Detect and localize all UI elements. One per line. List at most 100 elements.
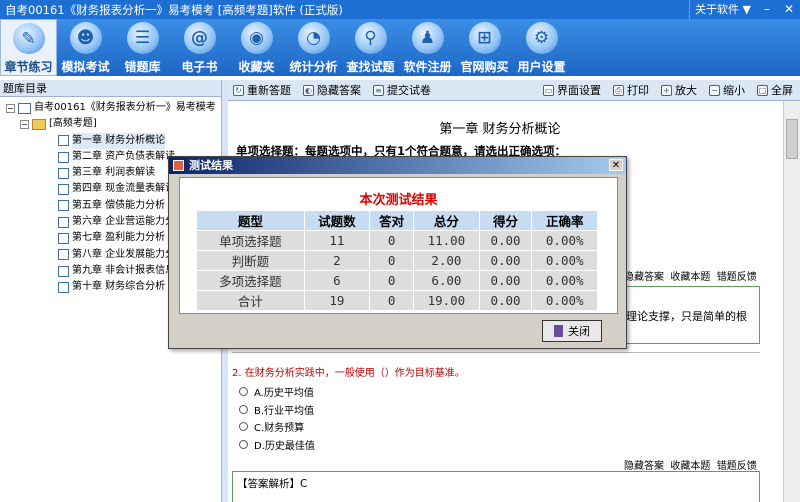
fullscreen-button[interactable]: □ 全屏: [752, 82, 798, 99]
toolbar-label: 软件注册: [403, 60, 452, 74]
door-icon: [554, 325, 563, 337]
restart-button[interactable]: ↻ 重新答题: [228, 82, 296, 99]
close-window-button[interactable]: ✕: [778, 0, 800, 19]
tree-folder[interactable]: − [高频考题]: [6, 116, 221, 132]
minimize-button[interactable]: –: [756, 0, 778, 19]
hide-answer-button[interactable]: ◐ 隐藏答案: [298, 82, 366, 99]
report-error-link[interactable]: 错题反馈: [717, 272, 757, 283]
close-button[interactable]: 关闭: [542, 320, 602, 342]
result-panel: 本次测试结果 题型 试题数 答对 总分 得分 正确率 单项选择题 11 0 11.00 0.00 0…: [179, 177, 618, 314]
table-cell: 0.00: [478, 270, 533, 291]
print-button[interactable]: ⎙ 打印: [608, 82, 654, 99]
toolbar-button-4[interactable]: ◉ 收藏夹: [228, 19, 285, 76]
toolbar-button-5[interactable]: ◔ 统计分析: [285, 19, 342, 76]
restart-label: 重新答题: [247, 84, 291, 97]
list-icon: ☰: [126, 22, 159, 54]
table-cell: 0.00%: [531, 250, 598, 271]
page-icon: [58, 216, 69, 228]
table-cell: 0.00%: [531, 230, 598, 251]
table-cell: 0: [369, 250, 415, 271]
table-row: 多项选择题 6 0 6.00 0.00 0.00%: [196, 270, 598, 291]
table-cell: 11: [303, 230, 371, 251]
toolbar-label: 收藏夹: [238, 60, 275, 74]
option-label: C.财务预算: [254, 423, 305, 434]
zoom-in-button[interactable]: + 放大: [656, 82, 702, 99]
question-toolbar: ↻ 重新答题 ◐ 隐藏答案 ≡ 提交试卷 ▭ 界面设置 ⎙ 打印 + 放大 − 缩小 □ 全屏: [228, 80, 800, 101]
toolbar-button-0[interactable]: ✎ 章节练习: [0, 19, 57, 76]
table-cell: 0.00: [478, 250, 533, 271]
chapter-item[interactable]: 第一章 财务分析概论: [6, 132, 221, 149]
toolbar-button-6[interactable]: ⚲ 查找试题: [342, 19, 399, 76]
table-cell: 0: [369, 270, 415, 291]
radio-icon[interactable]: [239, 404, 248, 414]
page-icon: [58, 233, 69, 245]
option-2[interactable]: C.财务预算: [239, 419, 304, 434]
table-row: 判断题 2 0 2.00 0.00 0.00%: [196, 250, 598, 271]
radio-icon[interactable]: [239, 422, 248, 431]
answer-analysis: 【答案解析】C: [237, 478, 308, 490]
table-cell: 0.00: [478, 290, 533, 311]
column-header: 答对: [369, 210, 415, 231]
scrollbar-thumb[interactable]: [786, 119, 798, 159]
table-cell: 判断题: [196, 250, 305, 271]
settings-button[interactable]: ▭ 界面设置: [538, 82, 606, 99]
chapter-label: 第七章 盈利能力分析: [72, 232, 166, 244]
option-0[interactable]: A.历史平均值: [239, 384, 314, 399]
radio-icon[interactable]: [239, 439, 248, 449]
table-cell: 0.00%: [531, 270, 598, 291]
table-cell: 0: [369, 290, 415, 311]
column-header: 试题数: [303, 210, 371, 231]
table-cell: 11.00: [413, 230, 480, 251]
gear-icon: ⚙: [525, 22, 558, 54]
option-1[interactable]: B.行业平均值: [239, 402, 314, 417]
zoom-out-button[interactable]: − 缩小: [704, 82, 750, 99]
toolbar-button-1[interactable]: ☻ 模拟考试: [57, 19, 114, 76]
question-2: 2. 在财务分析实践中，一般使用（）作为目标基准。: [232, 368, 465, 379]
folder-icon: [32, 118, 46, 130]
ebook-icon: @: [183, 22, 216, 54]
chapter-label: 第四章 现金流量表解读: [72, 183, 176, 195]
search-icon: ⚲: [354, 22, 387, 54]
about-menu[interactable]: 关于软件 ▼: [689, 0, 756, 19]
rss-icon: ◉: [240, 22, 273, 54]
submit-button[interactable]: ≡ 提交试卷: [368, 82, 436, 99]
toolbar-button-3[interactable]: @ 电子书: [171, 19, 228, 76]
column-header: 题型: [196, 210, 305, 231]
title-bar: 自考00161《财务报表分析一》易考模考 [高频考题]软件 (正式版) 关于软件…: [0, 0, 800, 19]
collapse-icon[interactable]: −: [20, 119, 29, 129]
table-cell: 6.00: [413, 270, 480, 291]
close-label: 关闭: [568, 325, 590, 338]
table-cell: 19: [303, 290, 371, 311]
fullscreen-label: 全屏: [771, 84, 793, 97]
tree-root[interactable]: − 自考00161《财务报表分析一》易考模考: [6, 100, 221, 116]
toolbar-button-7[interactable]: ♟ 软件注册: [399, 19, 456, 76]
zoom-in-label: 放大: [675, 84, 697, 97]
favorite-link[interactable]: 收藏本题: [670, 272, 710, 283]
pie-chart-icon: ◔: [297, 22, 330, 54]
column-header: 总分: [413, 210, 480, 231]
chapter-label: 第二章 资产负债表解读: [72, 150, 176, 162]
table-cell: 2: [303, 250, 371, 271]
option-label: A.历史平均值: [254, 388, 314, 399]
cart-icon: ⊞: [468, 22, 501, 54]
app-icon: [173, 160, 184, 171]
page-icon: [58, 184, 69, 196]
page-icon: [58, 151, 69, 163]
option-3[interactable]: D.历史最佳值: [239, 437, 315, 452]
option-label: B.行业平均值: [254, 405, 315, 417]
vertical-scrollbar[interactable]: [783, 101, 800, 502]
dialog-close-icon[interactable]: ✕: [609, 159, 623, 171]
test-result-dialog: 测试结果 ✕ 本次测试结果 题型 试题数 答对 总分 得分 正确率 单项选择题 11 0 11.…: [168, 156, 627, 349]
dialog-title: 测试结果: [189, 159, 233, 172]
toolbar-button-2[interactable]: ☰ 错题库: [114, 19, 171, 76]
refresh-icon: ↻: [233, 84, 244, 96]
hide-answer-link[interactable]: 隐藏答案: [624, 272, 664, 283]
radio-icon[interactable]: [239, 387, 248, 396]
toolbar-label: 模拟考试: [61, 60, 110, 74]
toolbar-label: 查找试题: [346, 60, 395, 74]
table-cell: 0.00: [478, 230, 533, 251]
collapse-icon[interactable]: −: [6, 103, 15, 113]
toolbar-button-8[interactable]: ⊞ 官网购买: [456, 19, 513, 76]
chapter-label: 第十章 财务综合分析: [72, 281, 166, 293]
toolbar-button-9[interactable]: ⚙ 用户设置: [513, 19, 570, 76]
